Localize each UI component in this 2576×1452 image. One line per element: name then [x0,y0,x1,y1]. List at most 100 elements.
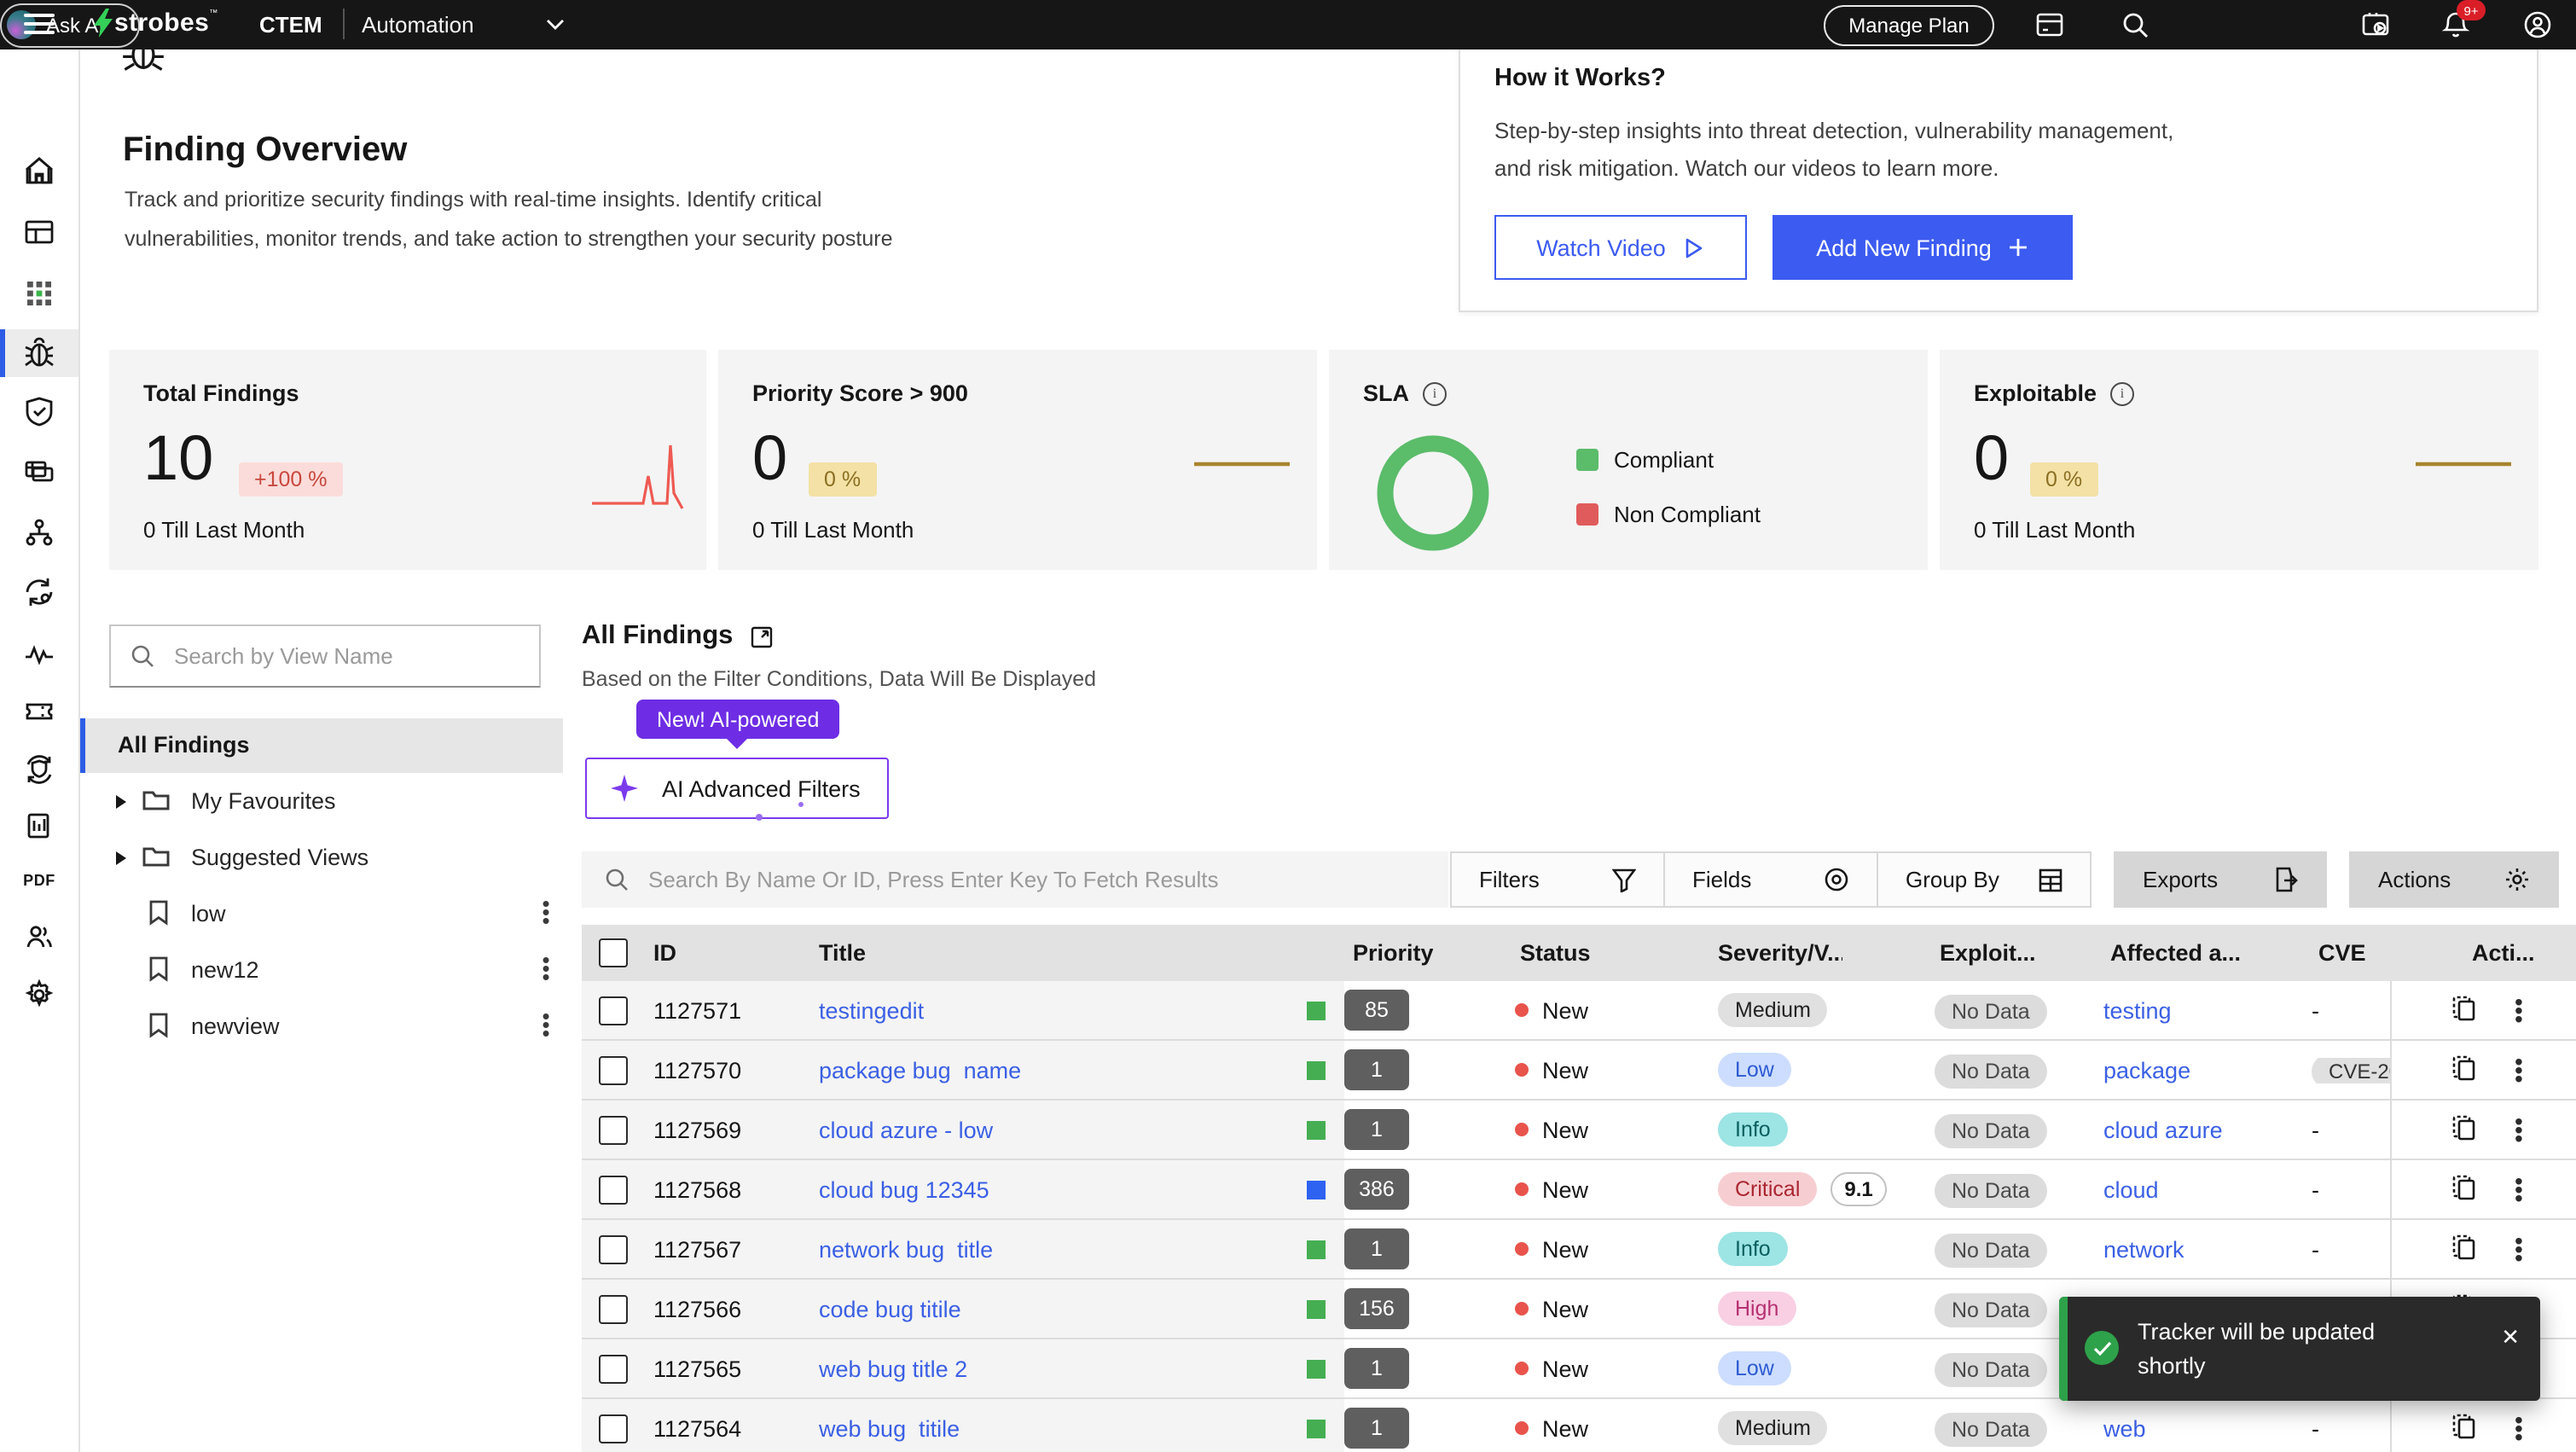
finding-title-link[interactable]: package bug name [819,1057,1021,1083]
duplicate-icon[interactable] [2451,1412,2477,1444]
priority-badge: 1 [1344,1348,1409,1389]
how-it-works-description: Step-by-step insights into threat detect… [1494,118,2174,181]
finding-title-link[interactable]: cloud azure - low [819,1117,993,1142]
info-icon[interactable]: i [1423,381,1447,405]
row-checkbox[interactable] [599,1055,628,1084]
fields-button[interactable]: Fields [1663,853,1877,906]
row-kebab-menu-icon[interactable]: ••• [2515,989,2523,1030]
sidebar-item-dashboard[interactable] [0,208,78,256]
affected-asset-link[interactable]: network [2103,1236,2184,1262]
select-all-checkbox[interactable] [599,938,628,967]
col-severity[interactable]: Severity/V... [1621,940,1842,966]
duplicate-icon[interactable] [2451,994,2477,1026]
row-checkbox[interactable] [599,1175,628,1204]
view-item-low[interactable]: low • • • [80,886,563,942]
manage-plan-button[interactable]: Manage Plan [1824,5,1994,46]
row-kebab-menu-icon[interactable]: ••• [2515,1228,2523,1269]
view-search-input[interactable] [171,642,539,671]
actions-button[interactable]: Actions [2349,851,2559,908]
row-checkbox[interactable] [599,1414,628,1443]
filter-funnel-icon [1612,868,1636,892]
filters-button[interactable]: Filters [1452,853,1663,906]
duplicate-icon[interactable] [2451,1233,2477,1265]
expand-icon[interactable] [750,625,772,648]
affected-asset-link[interactable]: web [2103,1415,2146,1441]
sidebar-item-findings[interactable] [0,329,78,377]
row-checkbox[interactable] [599,1294,628,1323]
billing-panel-icon[interactable] [2035,10,2064,39]
col-priority[interactable]: Priority™ [1344,940,1433,966]
sidebar-item-pdf[interactable]: PDF [0,857,78,904]
sidebar-item-reports[interactable] [0,802,78,850]
sidebar-item-home[interactable] [0,147,78,195]
sidebar-item-scope-sync[interactable] [0,746,78,793]
row-kebab-menu-icon[interactable]: ••• [2515,1407,2523,1448]
finding-title-link[interactable]: code bug titile [819,1296,961,1321]
view-item-suggested-views[interactable]: Suggested Views [80,829,563,886]
finding-title-link[interactable]: network bug title [819,1236,993,1262]
row-checkbox[interactable] [599,1115,628,1144]
finding-title-link[interactable]: web bug title 2 [819,1356,967,1381]
row-checkbox[interactable] [599,1234,628,1263]
kebab-menu-icon[interactable]: • • • [532,892,560,932]
sidebar-item-assets[interactable] [0,447,78,495]
col-id[interactable]: ID [643,940,802,966]
sidebar-item-org-hierarchy[interactable] [0,508,78,556]
affected-asset-link[interactable]: package [2103,1057,2190,1083]
kebab-menu-icon[interactable]: • • • [532,949,560,988]
sidebar-item-compliance[interactable] [0,387,78,435]
row-kebab-menu-icon[interactable]: ••• [2515,1108,2523,1149]
sidebar-item-settings[interactable] [0,971,78,1019]
module-selector[interactable]: Automation [362,12,474,38]
col-cve[interactable]: CVE [2260,940,2390,966]
exports-button[interactable]: Exports [2114,851,2327,908]
view-item-new12[interactable]: new12 • • • [80,942,563,998]
view-item-my-favourites[interactable]: My Favourites [80,773,563,829]
col-status[interactable]: Status [1433,940,1621,966]
strobes-logo[interactable]: strobes ™ [94,9,218,38]
view-item-newview[interactable]: newview • • • [80,998,563,1054]
finding-title-link[interactable]: web bug titile [819,1415,960,1441]
col-actions[interactable]: Acti... [2390,925,2576,981]
sidebar-item-tickets[interactable] [0,688,78,735]
priority-badge: 1 [1344,1049,1409,1090]
chevron-down-icon[interactable] [546,19,565,31]
duplicate-icon[interactable] [2451,1113,2477,1146]
row-checkbox[interactable] [599,1354,628,1383]
col-title[interactable]: Title [802,940,1297,966]
sidebar-item-apps[interactable] [0,270,78,317]
finding-id: 1127566 [643,1280,802,1338]
search-icon [606,868,628,891]
exploitable-sparkline [2416,462,2511,467]
col-exploit[interactable]: Exploit... [1842,940,2047,966]
search-icon[interactable] [2121,10,2150,39]
toast-close-icon[interactable]: ✕ [2501,1324,2520,1351]
duplicate-icon[interactable] [2451,1054,2477,1086]
duplicate-icon[interactable] [2451,1173,2477,1205]
sidebar-item-activity[interactable] [0,630,78,677]
affected-asset-link[interactable]: testing [2103,997,2172,1023]
watch-video-button[interactable]: Watch Video [1494,215,1747,280]
sidebar-item-automation-sync[interactable] [0,568,78,616]
finding-title-link[interactable]: cloud bug 12345 [819,1176,989,1202]
add-new-finding-button[interactable]: Add New Finding [1772,215,2073,280]
col-affected[interactable]: Affected a... [2047,940,2260,966]
caret-icon[interactable] [116,851,126,864]
caret-icon[interactable] [116,794,126,808]
hamburger-menu-icon[interactable] [24,14,55,36]
account-icon[interactable] [2523,10,2552,39]
row-checkbox[interactable] [599,996,628,1025]
finding-title-link[interactable]: testingedit [819,997,924,1023]
view-item-all-findings[interactable]: All Findings [80,718,563,773]
sidebar-item-teams[interactable] [0,913,78,961]
video-tutorials-icon[interactable] [2361,10,2390,39]
affected-asset-link[interactable]: cloud azure [2103,1117,2223,1142]
affected-asset-link[interactable]: cloud [2103,1176,2159,1202]
kebab-menu-icon[interactable]: • • • [532,1005,560,1044]
ai-advanced-filters-button[interactable]: AI Advanced Filters [585,758,889,819]
row-kebab-menu-icon[interactable]: ••• [2515,1048,2523,1089]
row-kebab-menu-icon[interactable]: ••• [2515,1168,2523,1209]
info-icon[interactable]: i [2110,381,2135,405]
group-by-button[interactable]: Group By [1877,853,2090,906]
findings-search-input[interactable] [645,865,1448,894]
